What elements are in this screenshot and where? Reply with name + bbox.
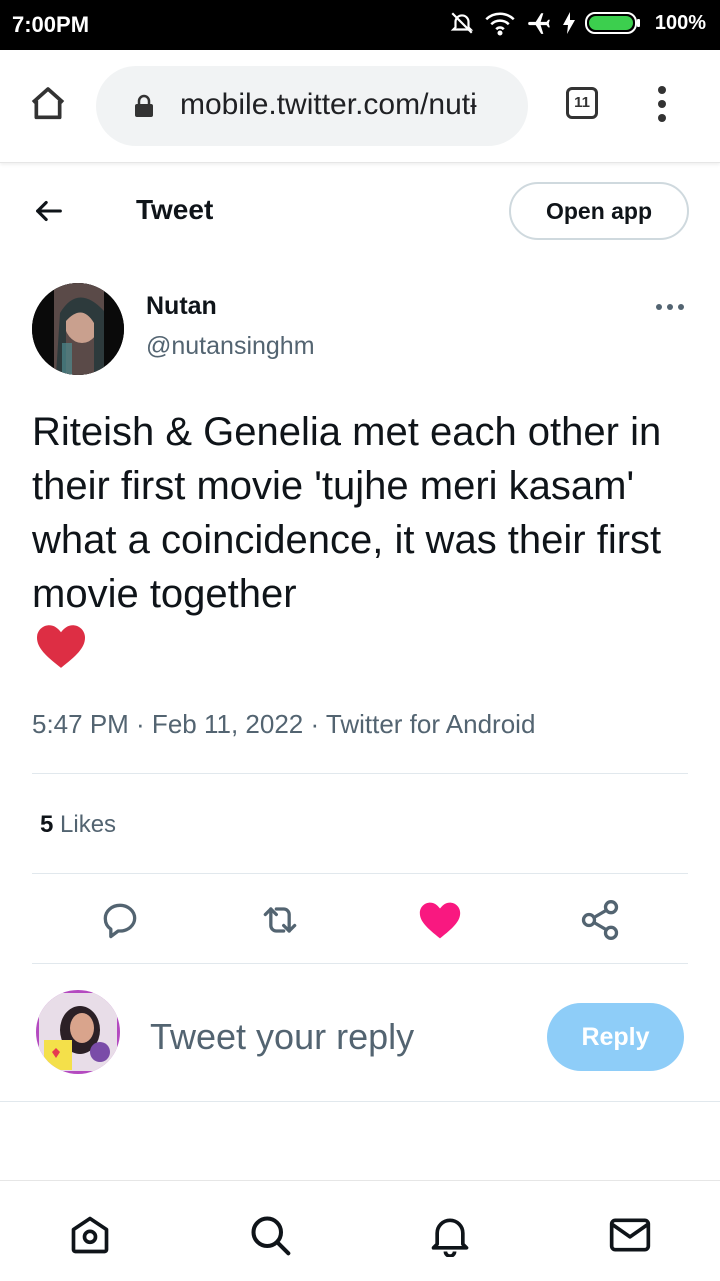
- reply-icon[interactable]: [98, 898, 142, 942]
- divider: [32, 773, 688, 774]
- bottom-navigation: [0, 1180, 720, 1281]
- author-handle[interactable]: @nutansinghm: [146, 332, 315, 361]
- battery-icon: [584, 12, 640, 34]
- likes-count[interactable]: 5 Likes: [40, 811, 116, 839]
- tweet-text: Riteish & Genelia met each other in thei…: [32, 410, 662, 616]
- open-app-button[interactable]: Open app: [509, 182, 689, 240]
- lock-icon: [135, 94, 153, 117]
- reply-button[interactable]: Reply: [547, 1003, 684, 1071]
- author-name[interactable]: Nutan: [146, 292, 217, 321]
- status-time: 7:00PM: [12, 12, 90, 37]
- like-icon[interactable]: [418, 898, 462, 942]
- battery-percent: 100%: [654, 11, 706, 34]
- menu-icon[interactable]: [652, 86, 672, 126]
- page-header: Tweet Open app: [0, 170, 720, 250]
- likes-number: 5: [40, 811, 54, 838]
- user-avatar-image: [36, 990, 120, 1074]
- current-user-avatar[interactable]: [36, 990, 120, 1074]
- divider: [0, 1101, 720, 1102]
- page-title: Tweet: [136, 194, 214, 225]
- address-bar[interactable]: mobile.twitter.com/nutɨ: [96, 66, 528, 146]
- airplane-icon: [528, 13, 550, 34]
- avatar-image: [32, 283, 124, 375]
- more-options-icon[interactable]: [656, 304, 684, 310]
- tweet-timestamp: 5:47 PM · Feb 11, 2022 · Twitter for And…: [32, 709, 536, 739]
- retweet-icon[interactable]: [258, 898, 302, 942]
- browser-toolbar: mobile.twitter.com/nutɨ 11: [0, 50, 720, 163]
- status-bar: 7:00PM 100%: [0, 0, 720, 50]
- back-arrow-icon[interactable]: [32, 194, 66, 228]
- author-avatar[interactable]: [32, 283, 124, 375]
- tab-switcher-button[interactable]: 11: [566, 87, 598, 119]
- notifications-icon[interactable]: [428, 1213, 472, 1257]
- wifi-icon: [485, 12, 515, 36]
- dnd-bell-icon: [450, 12, 474, 34]
- messages-icon[interactable]: [608, 1213, 652, 1257]
- home-icon[interactable]: [28, 84, 68, 124]
- status-icons: 100%: [449, 10, 706, 36]
- home-icon[interactable]: [68, 1213, 112, 1257]
- reply-input[interactable]: Tweet your reply: [150, 1016, 414, 1058]
- divider: [32, 963, 688, 964]
- divider: [32, 873, 688, 874]
- search-icon[interactable]: [248, 1213, 292, 1257]
- likes-label: Likes: [60, 811, 117, 838]
- red-heart-emoji-icon: [37, 625, 85, 668]
- url-text[interactable]: mobile.twitter.com/nutɨ: [180, 88, 510, 122]
- charging-icon: [562, 12, 575, 34]
- share-icon[interactable]: [578, 898, 622, 942]
